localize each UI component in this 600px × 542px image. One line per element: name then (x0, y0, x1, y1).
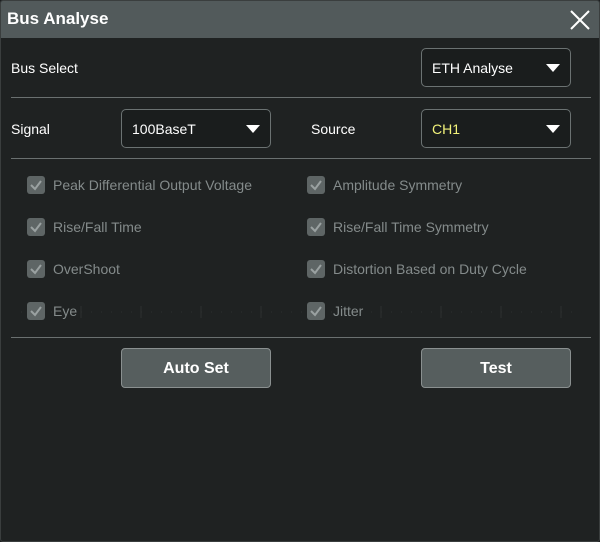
checkbox-label: Amplitude Symmetry (333, 177, 463, 193)
divider (11, 158, 591, 159)
checkbox-label: Rise/Fall Time (53, 219, 142, 235)
checkbox-label: Distortion Based on Duty Cycle (333, 261, 527, 277)
checkbox-peak-differential-output-voltage[interactable]: Peak Differential Output Voltage (27, 176, 287, 198)
checkbox-amplitude-symmetry[interactable]: Amplitude Symmetry (307, 176, 567, 198)
checkbox-label: Peak Differential Output Voltage (53, 177, 252, 193)
checkbox-rise-fall-time-symmetry[interactable]: Rise/Fall Time Symmetry (307, 218, 567, 240)
checkmark-icon (310, 264, 322, 275)
checkbox-jitter[interactable]: Jitter (307, 302, 567, 324)
checkbox-box (307, 260, 325, 278)
checkmark-icon (310, 222, 322, 233)
checkbox-distortion-duty-cycle[interactable]: Distortion Based on Duty Cycle (307, 260, 577, 282)
checkbox-box (27, 176, 45, 194)
source-dropdown[interactable]: CH1 (421, 109, 571, 148)
checkbox-overshoot[interactable]: OverShoot (27, 260, 287, 282)
checkbox-label: Rise/Fall Time Symmetry (333, 219, 489, 235)
signal-dropdown[interactable]: 100BaseT (121, 109, 271, 148)
checkmark-icon (310, 306, 322, 317)
checkbox-box (27, 302, 45, 320)
signal-label: Signal (11, 121, 50, 137)
checkmark-icon (30, 222, 42, 233)
test-button-label: Test (480, 360, 512, 377)
checkmark-icon (30, 264, 42, 275)
checkbox-label: Jitter (333, 303, 364, 319)
auto-set-button-label: Auto Set (163, 360, 229, 377)
chevron-down-icon (246, 125, 260, 133)
title-bar: Bus Analyse (1, 1, 599, 38)
checkbox-box (307, 176, 325, 194)
chevron-down-icon (546, 64, 560, 72)
source-label: Source (311, 121, 356, 137)
checkbox-label: OverShoot (53, 261, 120, 277)
checkbox-box (307, 218, 325, 236)
bus-select-label: Bus Select (11, 60, 78, 76)
checkbox-eye[interactable]: Eye (27, 302, 287, 324)
signal-value: 100BaseT (132, 121, 196, 137)
divider (11, 97, 591, 98)
test-button[interactable]: Test (421, 348, 571, 388)
checkbox-box (27, 218, 45, 236)
auto-set-button[interactable]: Auto Set (121, 348, 271, 388)
source-value: CH1 (432, 121, 461, 137)
divider (11, 337, 591, 338)
checkbox-box (307, 302, 325, 320)
bus-select-dropdown[interactable]: ETH Analyse (421, 48, 571, 87)
checkbox-rise-fall-time[interactable]: Rise/Fall Time (27, 218, 287, 240)
chevron-down-icon (546, 125, 560, 133)
close-icon[interactable] (567, 7, 593, 33)
bus-analyse-dialog: Bus Analyse Bus Select ETH Analyse Signa… (0, 0, 600, 542)
checkmark-icon (30, 306, 42, 317)
bus-select-value: ETH Analyse (432, 60, 513, 76)
dialog-title: Bus Analyse (7, 9, 109, 28)
checkmark-icon (30, 180, 42, 191)
checkbox-box (27, 260, 45, 278)
checkbox-label: Eye (53, 303, 78, 319)
checkmark-icon (310, 180, 322, 191)
